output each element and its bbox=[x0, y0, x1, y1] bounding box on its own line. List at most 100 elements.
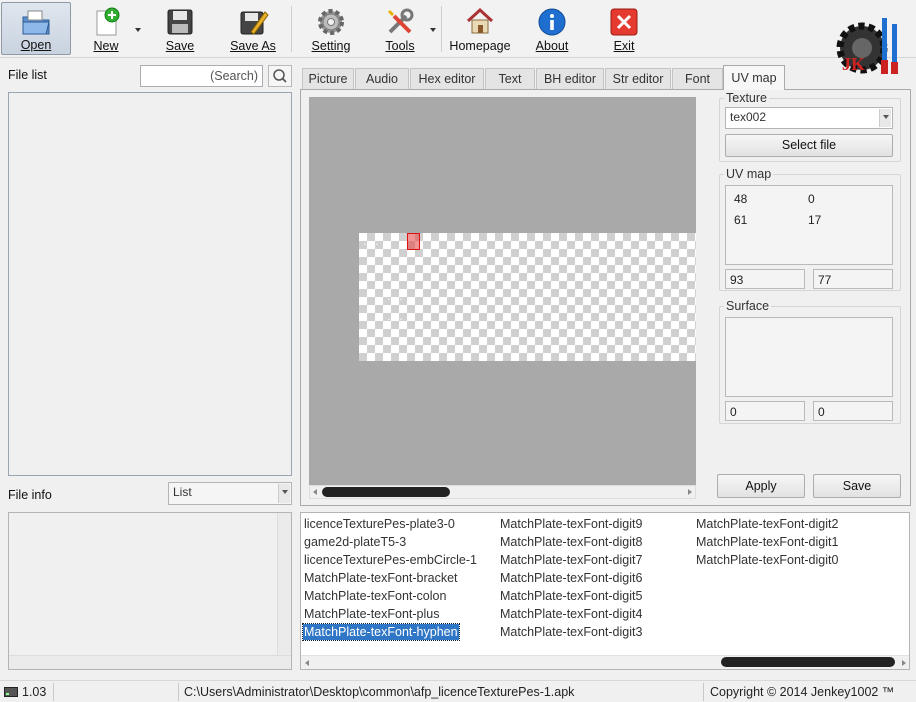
view-mode-select[interactable]: List bbox=[168, 482, 292, 505]
toolbar-divider bbox=[291, 6, 292, 52]
uv-width-field[interactable]: 93 bbox=[725, 269, 805, 289]
floppy-disk-icon bbox=[167, 9, 193, 35]
exit-label: Exit bbox=[613, 39, 635, 53]
tab-bh-editor[interactable]: BH editor bbox=[536, 68, 604, 89]
logo-text: JK bbox=[842, 54, 866, 74]
uv-coordinates-box: 48 0 61 17 bbox=[725, 185, 893, 265]
surface-y-field[interactable]: 0 bbox=[813, 401, 893, 421]
tab-text[interactable]: Text bbox=[485, 68, 535, 89]
scroll-left-icon[interactable] bbox=[313, 489, 317, 495]
list-item[interactable]: licenceTexturePes-plate3-0 bbox=[303, 516, 456, 532]
canvas-vscroll-gutter bbox=[696, 97, 710, 485]
texture-select[interactable]: tex002 bbox=[725, 107, 893, 129]
tab-hex-editor[interactable]: Hex editor bbox=[410, 68, 484, 89]
file-list-label: File list bbox=[8, 68, 47, 82]
list-item[interactable]: MatchPlate-texFont-digit4 bbox=[499, 606, 643, 622]
list-item[interactable]: MatchPlate-texFont-digit2 bbox=[695, 516, 839, 532]
status-divider bbox=[53, 683, 54, 701]
list-item[interactable]: MatchPlate-texFont-digit6 bbox=[499, 570, 643, 586]
list-item[interactable]: MatchPlate-texFont-digit5 bbox=[499, 588, 643, 604]
save-button[interactable]: Save bbox=[155, 2, 205, 55]
view-mode-value: List bbox=[173, 485, 192, 499]
surface-y-value: 0 bbox=[818, 405, 825, 419]
name-list-hscroll-thumb[interactable] bbox=[721, 657, 895, 667]
texture-glyph-row: · · · bbox=[363, 236, 394, 251]
surface-group-title: Surface bbox=[724, 299, 772, 313]
info-icon bbox=[538, 8, 566, 36]
save-uv-button[interactable]: Save bbox=[813, 474, 901, 498]
file-info-vscrollbar[interactable] bbox=[277, 513, 291, 656]
about-button[interactable]: About bbox=[528, 2, 576, 55]
canvas-hscroll-thumb[interactable] bbox=[322, 487, 450, 497]
file-list[interactable] bbox=[8, 92, 292, 476]
select-file-button[interactable]: Select file bbox=[725, 134, 893, 157]
status-bar: 1.03 C:\Users\Administrator\Desktop\comm… bbox=[0, 680, 916, 702]
scroll-left-icon[interactable] bbox=[305, 660, 309, 666]
file-info-hscrollbar[interactable] bbox=[9, 655, 291, 669]
list-item[interactable]: MatchPlate-texFont-plus bbox=[303, 606, 440, 622]
drive-icon bbox=[4, 687, 18, 697]
file-info-label: File info bbox=[8, 488, 52, 502]
wrench-screwdriver-icon bbox=[387, 8, 414, 34]
toolbar: Open New Save Save As Setting Tools Home… bbox=[0, 0, 916, 74]
list-item[interactable]: MatchPlate-texFont-digit0 bbox=[695, 552, 839, 568]
file-info-panel[interactable] bbox=[8, 512, 292, 670]
folder-open-icon bbox=[22, 10, 50, 35]
gear-icon bbox=[318, 9, 344, 35]
uv-canvas[interactable]: · · · · · · · · · · · bbox=[309, 97, 696, 485]
list-item[interactable]: game2d-plateT5-3 bbox=[303, 534, 407, 550]
scroll-right-icon[interactable] bbox=[902, 660, 906, 666]
setting-button[interactable]: Setting bbox=[304, 2, 358, 55]
tools-button[interactable]: Tools bbox=[374, 2, 426, 55]
list-item[interactable]: MatchPlate-texFont-bracket bbox=[303, 570, 459, 586]
tab-font[interactable]: Font bbox=[672, 68, 723, 89]
open-button[interactable]: Open bbox=[1, 2, 71, 55]
uv-height-value: 77 bbox=[818, 273, 832, 287]
search-icon bbox=[273, 69, 287, 83]
close-icon bbox=[610, 8, 638, 36]
list-item[interactable]: MatchPlate-texFont-digit3 bbox=[499, 624, 643, 640]
tab-str-editor[interactable]: Str editor bbox=[605, 68, 671, 89]
new-dropdown-arrow-icon[interactable] bbox=[135, 28, 141, 32]
apply-button[interactable]: Apply bbox=[717, 474, 805, 498]
list-item[interactable]: MatchPlate-texFont-digit1 bbox=[695, 534, 839, 550]
search-placeholder: (Search) bbox=[210, 69, 258, 83]
uv-height-field[interactable]: 77 bbox=[813, 269, 893, 289]
list-item[interactable]: MatchPlate-texFont-digit9 bbox=[499, 516, 643, 532]
tab-uv-map[interactable]: UV map bbox=[723, 65, 785, 90]
texture-group-title: Texture bbox=[724, 91, 769, 105]
new-button[interactable]: New bbox=[82, 2, 130, 55]
new-label: New bbox=[93, 39, 119, 53]
canvas-hscrollbar[interactable] bbox=[309, 485, 696, 499]
save-label: Save bbox=[165, 39, 195, 53]
tab-picture[interactable]: Picture bbox=[302, 68, 354, 89]
search-button[interactable] bbox=[268, 65, 292, 87]
tab-audio[interactable]: Audio bbox=[355, 68, 409, 89]
list-item[interactable]: MatchPlate-texFont-digit8 bbox=[499, 534, 643, 550]
texture-name-list[interactable]: licenceTexturePes-plate3-0 game2d-plateT… bbox=[300, 512, 910, 670]
status-divider bbox=[178, 683, 179, 701]
list-item[interactable]: licenceTexturePes-embCircle-1 bbox=[303, 552, 478, 568]
list-item[interactable]: MatchPlate-texFont-digit7 bbox=[499, 552, 643, 568]
search-input[interactable]: (Search) bbox=[140, 65, 263, 87]
surface-x-field[interactable]: 0 bbox=[725, 401, 805, 421]
uv-selection-rect[interactable] bbox=[407, 233, 420, 250]
list-item[interactable]: MatchPlate-texFont-colon bbox=[303, 588, 447, 604]
version-text: 1.03 bbox=[22, 685, 47, 699]
chevron-down-icon bbox=[278, 484, 290, 503]
scroll-right-icon[interactable] bbox=[688, 489, 692, 495]
texture-select-value: tex002 bbox=[730, 110, 767, 124]
texture-glyph-row: · · · · bbox=[363, 311, 406, 326]
texture-preview[interactable]: · · · · · · · · · · · bbox=[359, 233, 696, 361]
status-divider bbox=[703, 683, 704, 701]
homepage-button[interactable]: Homepage bbox=[446, 2, 514, 55]
tools-dropdown-arrow-icon[interactable] bbox=[430, 28, 436, 32]
save-as-label: Save As bbox=[230, 39, 276, 53]
save-as-button[interactable]: Save As bbox=[224, 2, 282, 55]
exit-button[interactable]: Exit bbox=[600, 2, 648, 55]
uv-left: 48 bbox=[734, 192, 748, 206]
uv-top: 0 bbox=[808, 192, 815, 206]
list-item-selected[interactable]: MatchPlate-texFont-hyphen bbox=[302, 623, 460, 641]
name-list-hscrollbar[interactable] bbox=[301, 655, 909, 669]
app-logo: JK bbox=[834, 14, 910, 82]
